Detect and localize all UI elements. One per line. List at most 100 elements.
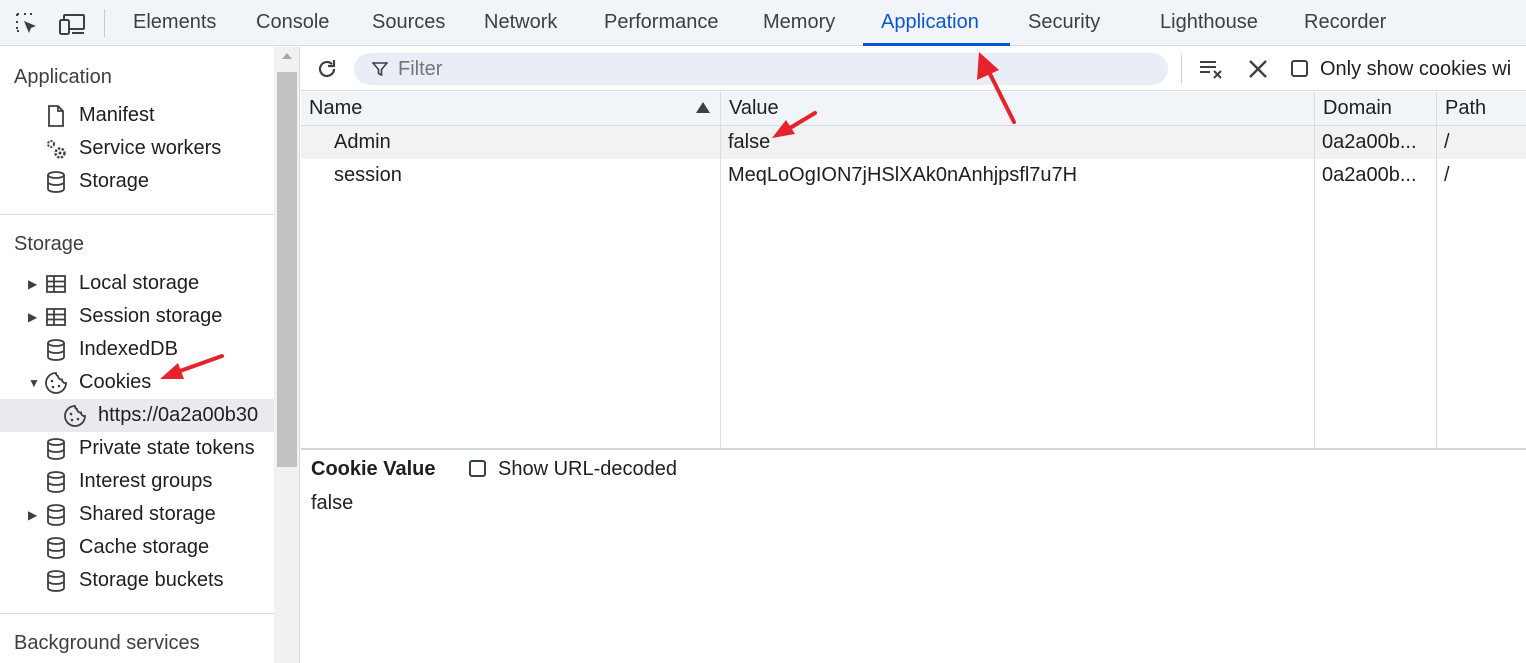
sort-ascending-icon	[696, 102, 710, 113]
devtools-tab-bar: Elements Console Sources Network Perform…	[0, 0, 1526, 46]
cookie-value-text: false	[311, 492, 354, 514]
column-header-label: Name	[309, 97, 363, 119]
section-title-application: Application	[14, 66, 112, 88]
tab-recorder[interactable]: Recorder	[1304, 11, 1386, 34]
section-title-background-services: Background services	[14, 632, 200, 654]
sidebar-item-session-storage[interactable]: ▶ Session storage	[28, 300, 222, 333]
sidebar-item-cookie-origin[interactable]: https://0a2a00b30	[0, 399, 274, 432]
sidebar-item-label: Private state tokens	[79, 437, 255, 459]
column-divider[interactable]	[720, 92, 721, 448]
column-header-path[interactable]: Path	[1437, 92, 1526, 126]
column-header-label: Value	[729, 97, 779, 119]
active-tab-indicator	[863, 43, 1010, 46]
tab-memory[interactable]: Memory	[763, 11, 835, 34]
sidebar-item-label: Manifest	[79, 104, 155, 126]
expand-arrow-icon[interactable]: ▶	[28, 277, 40, 291]
sidebar-item-cache-storage[interactable]: Cache storage	[44, 531, 209, 564]
sidebar-item-label: Storage	[79, 170, 150, 192]
cookie-icon	[45, 371, 67, 394]
cell-domain: 0a2a00b...	[1322, 164, 1417, 186]
expand-arrow-icon[interactable]: ▶	[28, 310, 40, 324]
database-icon	[47, 536, 65, 559]
sidebar-item-label: Local storage	[79, 272, 200, 294]
sidebar-item-label: Cache storage	[79, 536, 210, 558]
file-icon	[48, 104, 64, 127]
cell-name: Admin	[334, 131, 391, 153]
cookies-table: Name Value Domain Path Admin false 0a2a0…	[301, 92, 1526, 448]
database-icon	[47, 338, 65, 361]
show-url-decoded-label: Show URL-decoded	[498, 458, 677, 480]
sidebar-item-label: https://0a2a00b30	[98, 404, 259, 426]
database-icon	[47, 503, 65, 526]
section-divider	[0, 214, 274, 215]
section-title-storage: Storage	[14, 233, 85, 255]
tab-network[interactable]: Network	[484, 11, 557, 34]
sidebar-item-label: IndexedDB	[79, 338, 178, 360]
database-icon	[47, 569, 65, 592]
toolbar-divider	[104, 9, 105, 37]
sidebar-item-label: Service workers	[79, 137, 222, 159]
column-divider[interactable]	[1436, 92, 1437, 448]
section-divider	[0, 613, 274, 614]
sidebar-item-storage[interactable]: Storage	[44, 165, 149, 198]
column-header-domain[interactable]: Domain	[1315, 92, 1437, 126]
tab-performance[interactable]: Performance	[604, 11, 719, 34]
inspect-element-icon[interactable]	[14, 11, 40, 37]
cell-value: MeqLoOgION7jHSlXAk0nAnhjpsfl7u7H	[728, 164, 1078, 186]
expand-arrow-icon[interactable]: ▶	[28, 508, 40, 522]
device-toolbar-icon[interactable]	[58, 11, 88, 37]
cell-name: session	[334, 164, 402, 186]
collapse-arrow-icon[interactable]: ▼	[28, 376, 40, 390]
sidebar-item-label: Storage buckets	[79, 569, 224, 591]
sidebar-item-cookies[interactable]: ▼ Cookies	[28, 366, 151, 399]
sidebar-item-label: Shared storage	[79, 503, 216, 525]
sidebar-item-private-state-tokens[interactable]: Private state tokens	[44, 432, 255, 465]
toolbar-divider	[1181, 55, 1182, 83]
filter-box[interactable]	[354, 53, 1168, 85]
table-icon	[46, 307, 66, 326]
sidebar-item-local-storage[interactable]: ▶ Local storage	[28, 267, 199, 300]
show-url-decoded-checkbox[interactable]	[469, 460, 486, 477]
column-header-name[interactable]: Name	[301, 92, 721, 126]
tab-sources[interactable]: Sources	[372, 11, 445, 34]
column-divider[interactable]	[1314, 92, 1315, 448]
table-row[interactable]: Admin false 0a2a00b... /	[301, 126, 1526, 159]
filter-input[interactable]	[398, 57, 1098, 81]
cell-value: false	[728, 131, 771, 153]
refresh-icon[interactable]	[315, 57, 339, 81]
application-sidebar: Application Manifest Service workers Sto…	[0, 47, 274, 663]
only-show-cookies-label: Only show cookies wi	[1320, 58, 1512, 80]
cookie-icon	[64, 404, 86, 427]
sidebar-item-label: Session storage	[79, 305, 223, 327]
gears-icon	[47, 139, 66, 159]
sidebar-item-service-workers[interactable]: Service workers	[44, 132, 221, 165]
column-header-label: Path	[1445, 97, 1487, 119]
tab-console[interactable]: Console	[256, 11, 329, 34]
cell-path: /	[1444, 164, 1450, 186]
cell-domain: 0a2a00b...	[1322, 131, 1417, 153]
table-icon	[46, 274, 66, 293]
sidebar-scroll-thumb[interactable]	[277, 72, 297, 467]
column-header-value[interactable]: Value	[721, 92, 1315, 126]
sidebar-item-interest-groups[interactable]: Interest groups	[44, 465, 212, 498]
tab-lighthouse[interactable]: Lighthouse	[1160, 11, 1258, 34]
cell-path: /	[1444, 131, 1450, 153]
sidebar-item-indexeddb[interactable]: IndexedDB	[44, 333, 178, 366]
database-icon	[47, 170, 65, 193]
cookie-value-title: Cookie Value	[311, 458, 436, 480]
only-show-cookies-checkbox[interactable]	[1291, 60, 1308, 77]
sidebar-item-manifest[interactable]: Manifest	[44, 99, 155, 132]
column-header-label: Domain	[1323, 97, 1392, 119]
clear-all-icon[interactable]	[1198, 57, 1224, 81]
table-row[interactable]: session MeqLoOgION7jHSlXAk0nAnhjpsfl7u7H…	[301, 159, 1526, 192]
tab-security[interactable]: Security	[1028, 11, 1100, 34]
sidebar-item-label: Interest groups	[79, 470, 213, 492]
sidebar-item-storage-buckets[interactable]: Storage buckets	[44, 564, 224, 597]
sidebar-item-shared-storage[interactable]: ▶ Shared storage	[28, 498, 216, 531]
tab-elements[interactable]: Elements	[133, 11, 216, 34]
cookie-value-pane: Cookie Value Show URL-decoded false	[301, 450, 1526, 663]
tab-application[interactable]: Application	[881, 11, 979, 34]
scroll-up-arrow-icon[interactable]	[282, 53, 292, 59]
delete-selected-icon[interactable]	[1247, 58, 1269, 80]
sidebar-item-label: Cookies	[79, 371, 152, 393]
